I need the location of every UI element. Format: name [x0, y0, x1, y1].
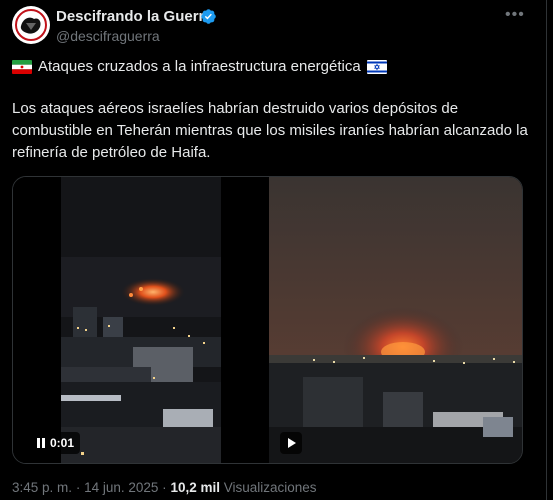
logo-icon: [13, 7, 49, 43]
video-time: 0:01: [50, 436, 75, 450]
meta-separator: ·: [162, 480, 167, 495]
tweet-meta: 3:45 p. m. · 14 jun. 2025 · 10,2 mil Vis…: [12, 480, 317, 495]
video-timer-badge[interactable]: 0:01: [31, 432, 81, 454]
author-handle[interactable]: @descifraguerra: [56, 28, 160, 44]
israel-flag-icon: [366, 60, 387, 74]
author-display-name[interactable]: Descifrando la Guerra: [56, 8, 213, 25]
tweet-headline: Ataques cruzados a la infraestructura en…: [38, 58, 361, 75]
iran-flag-icon: [12, 60, 32, 74]
tweet-headline-line: Ataques cruzados a la infraestructura en…: [12, 57, 387, 77]
tweet-card[interactable]: Descifrando la Guerra @descifraguerra ••…: [0, 0, 547, 500]
tweet-date[interactable]: 14 jun. 2025: [84, 480, 158, 495]
avatar[interactable]: [12, 6, 50, 44]
play-icon[interactable]: [280, 432, 302, 454]
left-video-thumbnail[interactable]: [13, 177, 269, 464]
views-label: Visualizaciones: [223, 480, 317, 495]
right-video-thumbnail[interactable]: [269, 177, 523, 464]
verified-badge-icon: [201, 9, 216, 24]
tweet-time[interactable]: 3:45 p. m.: [12, 480, 72, 495]
media-container[interactable]: 0:01: [12, 176, 523, 464]
meta-separator: ·: [75, 480, 81, 495]
pause-icon[interactable]: [37, 438, 45, 448]
media-thumbnails: [13, 177, 523, 464]
views-count: 10,2 mil: [170, 480, 220, 495]
tweet-text: Los ataques aéreos israelíes habrían des…: [12, 100, 528, 161]
more-options-icon[interactable]: •••: [505, 6, 525, 24]
